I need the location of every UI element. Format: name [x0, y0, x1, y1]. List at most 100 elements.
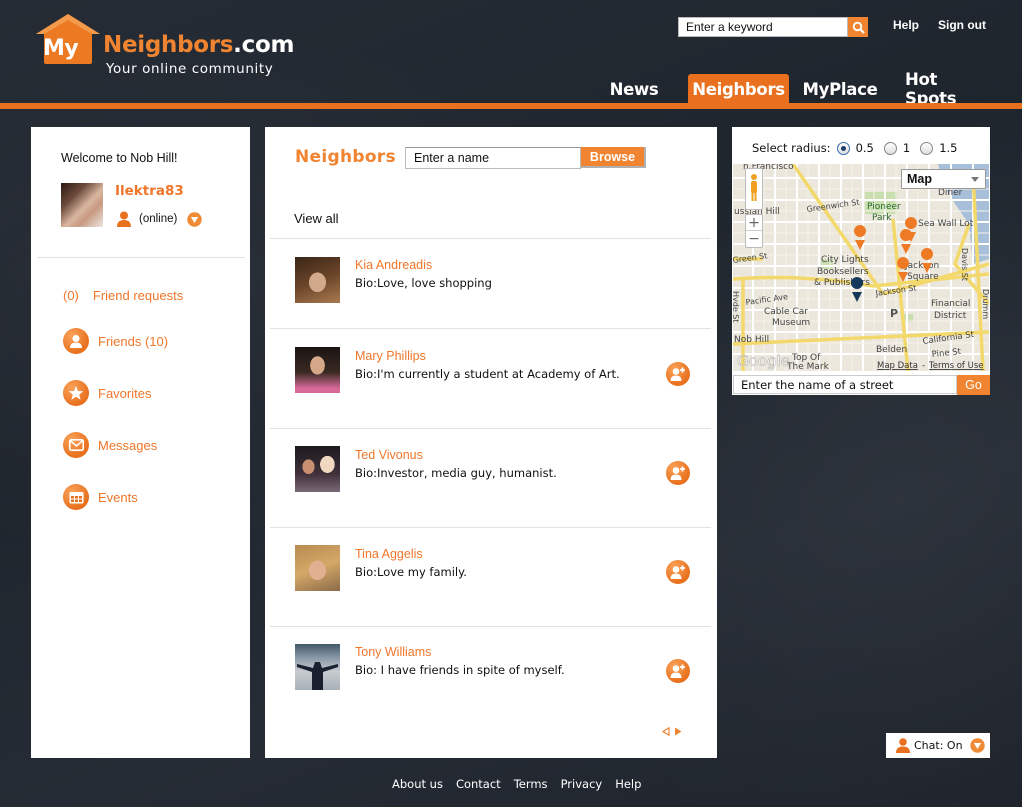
prev-page-icon[interactable]: [662, 727, 670, 736]
map-label: -: [922, 361, 925, 371]
neighbors-panel: Neighbors Enter a name Browse View all K…: [265, 127, 717, 758]
help-link[interactable]: Help: [893, 18, 919, 32]
welcome-text: Welcome to Nob Hill!: [61, 151, 178, 165]
go-button[interactable]: Go: [957, 375, 990, 395]
street-view-pegman[interactable]: [745, 168, 763, 210]
nav-tab-hot-spots[interactable]: Hot Spots: [895, 70, 983, 108]
sidebar-item-friend-requests[interactable]: (0) Friend requests: [63, 288, 183, 303]
footer-link-contact[interactable]: Contact: [456, 777, 501, 791]
status-dropdown-icon[interactable]: [187, 212, 202, 227]
footer-links: About us Contact Terms Privacy Help: [392, 777, 641, 791]
add-person-icon: [670, 565, 685, 579]
search-button[interactable]: [848, 17, 868, 37]
footer-link-help[interactable]: Help: [615, 777, 641, 791]
map-label: Nob Hill: [734, 335, 769, 345]
chat-dropdown-icon[interactable]: [969, 738, 985, 753]
radius-option-label: 0.5: [855, 141, 874, 155]
divider: [270, 527, 711, 528]
site-logo[interactable]: My Neighbors.com Your online community: [34, 12, 294, 82]
neighbor-name[interactable]: Kia Andreadis: [355, 258, 432, 272]
zoom-out-button[interactable]: −: [746, 231, 762, 247]
map-label: City Lights: [821, 255, 869, 265]
browse-button[interactable]: Browse: [581, 147, 646, 168]
username-link[interactable]: Ilektra83: [115, 183, 184, 199]
street-search-input[interactable]: Enter the name of a street: [733, 375, 957, 394]
sidebar-item-events[interactable]: Events: [63, 484, 138, 510]
add-friend-button[interactable]: [666, 362, 690, 386]
person-icon: [63, 328, 89, 354]
sidebar-item-label: Friend requests: [92, 288, 184, 303]
calendar-icon: [63, 484, 89, 510]
map-label: Cable Car: [764, 307, 808, 317]
map-label: Sea Wall Lot: [918, 219, 974, 229]
map-type-label: Map: [907, 172, 932, 186]
map-google-logo: Google: [737, 352, 790, 370]
divider: [270, 328, 711, 329]
footer-link-terms[interactable]: Terms: [514, 777, 548, 791]
nav-tab-neighbors[interactable]: Neighbors: [688, 74, 789, 104]
logo-my: My: [43, 36, 79, 61]
sidebar-item-label: Messages: [98, 437, 158, 453]
neighbor-photo[interactable]: [295, 644, 340, 690]
chat-toggle[interactable]: Chat: On: [886, 733, 990, 758]
map-label: The Mark: [786, 362, 830, 371]
divider: [270, 428, 711, 429]
parking-icon: P: [890, 307, 898, 320]
header-divider: [0, 103, 1022, 109]
nav-tab-news[interactable]: News: [603, 74, 665, 104]
neighbor-photo[interactable]: [295, 347, 340, 393]
neighbor-name[interactable]: Tony Williams: [355, 645, 431, 659]
online-status: (online): [139, 213, 178, 225]
map-label: Drumm: [981, 289, 989, 319]
map-type-select[interactable]: Map: [901, 169, 986, 189]
view-all-link[interactable]: View all: [294, 211, 339, 226]
map-data-link: Map Data: [877, 361, 918, 371]
add-friend-button[interactable]: [666, 659, 690, 683]
keyword-search-input[interactable]: Enter a keyword: [678, 17, 848, 37]
neighbor-name[interactable]: Mary Phillips: [355, 349, 426, 363]
neighbor-bio: Bio:Investor, media guy, humanist.: [355, 466, 557, 480]
chevron-down-icon: [971, 176, 979, 182]
photo-figure: [297, 662, 338, 690]
radius-radio-1[interactable]: [883, 141, 897, 155]
map-panel: Select radius: 0.5 1 1.5 n Francisco uss…: [732, 127, 990, 395]
envelope-icon: [63, 432, 89, 458]
name-search-input[interactable]: Enter a name: [405, 147, 581, 169]
neighbor-bio: Bio:Love, love shopping: [355, 276, 492, 290]
neighbor-photo[interactable]: [295, 545, 340, 591]
user-avatar[interactable]: [61, 183, 103, 227]
neighbor-bio: Bio:Love my family.: [355, 565, 467, 579]
sidebar-item-messages[interactable]: Messages: [63, 432, 157, 458]
neighbor-name[interactable]: Ted Vivonus: [355, 448, 423, 462]
magnifier-icon: [852, 21, 865, 34]
zoom-in-button[interactable]: +: [746, 215, 762, 231]
neighborhood-map[interactable]: n Francisco ussian Hill Greenwich St Pio…: [733, 164, 989, 371]
footer-link-about[interactable]: About us: [392, 777, 443, 791]
map-label: Financial: [931, 299, 970, 309]
sidebar-item-label: Favorites: [98, 385, 152, 401]
neighbor-photo[interactable]: [295, 446, 340, 492]
neighbor-name[interactable]: Tina Aggelis: [355, 547, 423, 561]
add-person-icon: [670, 664, 685, 678]
next-page-icon[interactable]: [674, 727, 682, 736]
sidebar-item-friends[interactable]: Friends (10): [63, 328, 168, 354]
footer-link-privacy[interactable]: Privacy: [561, 777, 603, 791]
divider: [270, 626, 711, 627]
map-label: Park: [872, 213, 892, 223]
map-label: Davis St: [960, 248, 969, 281]
person-icon: [896, 738, 910, 753]
radius-radio-1-5[interactable]: [920, 141, 934, 155]
map-terms-link: Terms of Use: [928, 361, 984, 371]
radius-radio-0-5[interactable]: [836, 141, 850, 155]
neighbor-photo[interactable]: [295, 257, 340, 303]
map-canvas: n Francisco ussian Hill Greenwich St Pio…: [733, 164, 989, 371]
logo-tagline: Your online community: [106, 61, 274, 77]
add-friend-button[interactable]: [666, 461, 690, 485]
sidebar-item-favorites[interactable]: Favorites: [63, 380, 151, 406]
add-friend-button[interactable]: [666, 560, 690, 584]
map-label: Pioneer: [867, 202, 901, 212]
neighbors-title: Neighbors: [295, 147, 396, 167]
sign-out-link[interactable]: Sign out: [938, 18, 986, 32]
add-person-icon: [670, 466, 685, 480]
nav-tab-myplace[interactable]: MyPlace: [800, 74, 880, 104]
